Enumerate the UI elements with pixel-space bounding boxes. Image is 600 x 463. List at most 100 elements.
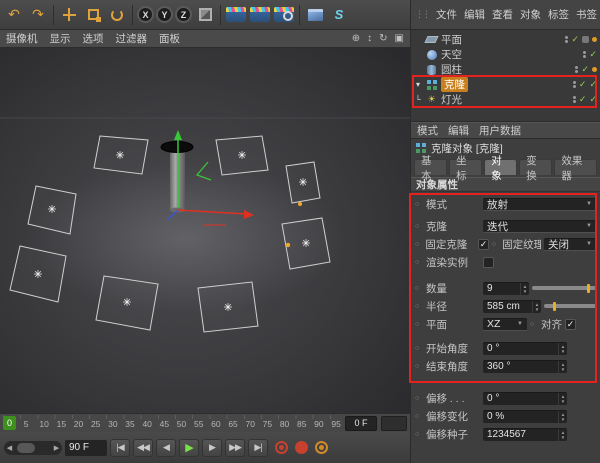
- expand-arrow-icon[interactable]: ▾: [414, 80, 422, 89]
- menu-item-edit[interactable]: 编辑: [448, 123, 469, 138]
- area-light-plane-2[interactable]: [215, 135, 269, 176]
- keyframe-dot[interactable]: ○: [415, 413, 423, 420]
- visibility-dots[interactable]: [583, 51, 587, 58]
- current-frame-field[interactable]: 0 F: [345, 415, 377, 431]
- tab-effectors[interactable]: 效果器: [554, 155, 598, 182]
- end-angle-field[interactable]: 360 ° ▲ ▼: [483, 359, 567, 373]
- autokey-button[interactable]: [295, 441, 308, 454]
- menu-item-mode[interactable]: 模式: [417, 123, 438, 138]
- menu-item-camera[interactable]: 摄像机: [6, 31, 38, 46]
- record-options-button[interactable]: [315, 441, 328, 454]
- plane-dropdown[interactable]: XZ ▼: [483, 317, 527, 331]
- menu-item-filter[interactable]: 过滤器: [116, 31, 148, 46]
- area-light-plane-7[interactable]: [95, 275, 159, 331]
- maximize-icon[interactable]: ▣: [395, 33, 404, 44]
- keyframe-dot[interactable]: ○: [530, 321, 538, 328]
- texture-tag-icon[interactable]: [592, 67, 597, 72]
- timeline-ruler[interactable]: 0 5 10 15 20 25 30 35 40 45 50 55 60 65 …: [3, 414, 341, 432]
- area-light-plane-8[interactable]: [197, 281, 259, 333]
- spinner-icon[interactable]: ▲ ▼: [520, 282, 529, 295]
- slider-thumb[interactable]: [587, 283, 591, 293]
- scroll-right-icon[interactable]: ▶: [51, 444, 62, 452]
- redo-button[interactable]: ↷: [27, 3, 49, 27]
- panel-grip-icon[interactable]: ⋮⋮: [415, 9, 431, 20]
- keyframe-dot[interactable]: ○: [415, 395, 423, 402]
- enabled-check-icon[interactable]: ✓: [579, 94, 587, 105]
- orbit-icon[interactable]: ↻: [379, 33, 387, 44]
- rotate-tool-button[interactable]: [106, 3, 128, 27]
- axis-z-lock-button[interactable]: Z: [175, 6, 192, 23]
- slider-thumb[interactable]: [553, 301, 557, 311]
- render-picture-viewer-button[interactable]: [249, 3, 271, 27]
- spinner-icon[interactable]: ▲ ▼: [558, 428, 567, 441]
- keyframe-dot[interactable]: ○: [492, 241, 499, 248]
- fix-clone-checkbox[interactable]: ✓: [478, 238, 489, 250]
- radius-slider[interactable]: [544, 301, 596, 312]
- object-row-plane[interactable]: 平面 ✓: [411, 32, 600, 47]
- visibility-dots[interactable]: [575, 66, 579, 73]
- menu-item-options[interactable]: 选项: [83, 31, 104, 46]
- visibility-dots[interactable]: [572, 81, 576, 88]
- menu-item-userdata[interactable]: 用户数据: [479, 123, 521, 138]
- area-light-plane-1[interactable]: [93, 135, 149, 175]
- keyframe-dot[interactable]: ○: [415, 223, 423, 230]
- keyframe-dot[interactable]: ○: [415, 321, 423, 328]
- object-row-cylinder[interactable]: 圆柱 ✓: [411, 62, 600, 77]
- spinner-icon[interactable]: ▲ ▼: [558, 360, 567, 373]
- spinner-icon[interactable]: ▲ ▼: [532, 300, 541, 313]
- object-row-cloner[interactable]: ▾ 克隆 ✓ ✓: [411, 77, 600, 92]
- enabled-check-icon[interactable]: ✓: [579, 79, 587, 90]
- offset-variation-field[interactable]: 0 % ▲ ▼: [483, 409, 567, 423]
- scrollbar-handle[interactable]: [17, 442, 35, 453]
- scale-tool-button[interactable]: [82, 3, 104, 27]
- spinner-icon[interactable]: ▲ ▼: [558, 342, 567, 355]
- visibility-dots[interactable]: [565, 36, 569, 43]
- tab-basic[interactable]: 基本: [414, 155, 448, 182]
- range-box[interactable]: [381, 415, 407, 431]
- selection-handle-dot[interactable]: [298, 202, 302, 206]
- mode-dropdown[interactable]: 放射 ▼: [483, 197, 596, 211]
- area-light-plane-4[interactable]: [285, 161, 321, 204]
- viewport-canvas[interactable]: [0, 48, 410, 413]
- menu-item-edit[interactable]: 编辑: [464, 7, 485, 22]
- clones-dropdown[interactable]: 迭代 ▼: [483, 219, 596, 233]
- menu-item-file[interactable]: 文件: [436, 7, 457, 22]
- enabled-check-icon[interactable]: ✓: [589, 94, 597, 105]
- offset-seed-field[interactable]: 1234567 ▲ ▼: [483, 427, 567, 441]
- render-settings-button[interactable]: [273, 3, 295, 27]
- visibility-dots[interactable]: [572, 96, 576, 103]
- timeline-scrollbar[interactable]: ◀ ▶: [4, 440, 62, 455]
- viewport-3d[interactable]: [0, 48, 410, 413]
- enabled-check-icon[interactable]: ✓: [571, 34, 579, 45]
- zoom-icon[interactable]: ↕: [367, 33, 372, 44]
- pan-icon[interactable]: ⊕: [352, 33, 360, 44]
- scroll-left-icon[interactable]: ◀: [4, 444, 15, 452]
- add-primitive-button[interactable]: [304, 3, 326, 27]
- enabled-check-icon[interactable]: ✓: [589, 79, 597, 90]
- coordinate-system-button[interactable]: [194, 3, 216, 27]
- phong-tag-icon[interactable]: [582, 36, 589, 43]
- max-frame-field[interactable]: 90 F: [65, 439, 107, 456]
- record-keyframe-button[interactable]: [275, 441, 288, 454]
- menu-item-display[interactable]: 显示: [50, 31, 71, 46]
- radius-field[interactable]: 585 cm ▲ ▼: [483, 299, 541, 313]
- playhead[interactable]: 0: [3, 415, 17, 430]
- tab-coord[interactable]: 坐标: [449, 155, 483, 182]
- next-key-button[interactable]: ▶▶: [225, 438, 245, 457]
- menu-item-tags[interactable]: 标签: [548, 7, 569, 22]
- undo-button[interactable]: ↶: [3, 3, 25, 27]
- keyframe-dot[interactable]: ○: [415, 201, 423, 208]
- enabled-check-icon[interactable]: ✓: [581, 64, 589, 75]
- count-slider[interactable]: [532, 283, 596, 294]
- count-field[interactable]: 9 ▲ ▼: [483, 281, 529, 295]
- selection-handle-dot[interactable]: [285, 242, 291, 248]
- goto-end-button[interactable]: ▶|: [248, 438, 268, 457]
- next-frame-button[interactable]: ▶: [202, 438, 222, 457]
- keyframe-dot[interactable]: ○: [415, 241, 422, 248]
- tab-object[interactable]: 对象: [484, 155, 518, 182]
- offset-field[interactable]: 0 ° ▲ ▼: [483, 391, 567, 405]
- goto-start-button[interactable]: |◀: [110, 438, 130, 457]
- align-checkbox[interactable]: ✓: [565, 318, 576, 330]
- keyframe-dot[interactable]: ○: [415, 303, 423, 310]
- menu-item-bookmarks[interactable]: 书签: [576, 7, 597, 22]
